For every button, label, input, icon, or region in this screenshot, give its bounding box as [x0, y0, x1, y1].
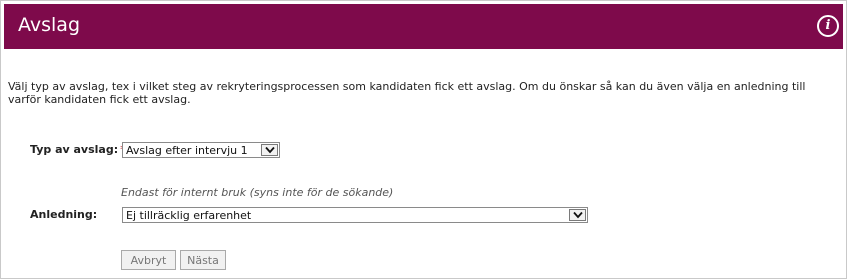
next-button[interactable]: Nästa [180, 250, 226, 270]
rejection-type-label-text: Typ av avslag: [30, 143, 119, 156]
rejection-dialog: Avslag i Välj typ av avslag, tex i vilke… [0, 0, 847, 279]
info-icon[interactable]: i [817, 15, 839, 37]
reason-value: Ej tillräcklig erfarenhet [126, 209, 252, 222]
reason-label: Anledning: [30, 208, 98, 221]
rejection-type-select[interactable]: Avslag efter intervju 1 [122, 142, 280, 158]
dialog-title: Avslag [18, 14, 81, 36]
dialog-header: Avslag i [4, 4, 843, 49]
chevron-down-icon[interactable] [261, 144, 278, 156]
reason-select[interactable]: Ej tillräcklig erfarenhet [122, 207, 588, 223]
instructions-text: Välj typ av avslag, tex i vilket steg av… [8, 80, 806, 106]
cancel-button[interactable]: Avbryt [121, 250, 176, 270]
internal-use-note: Endast för internt bruk (syns inte för d… [121, 186, 394, 199]
chevron-down-icon[interactable] [569, 209, 586, 221]
rejection-type-label: Typ av avslag:* [30, 143, 126, 156]
rejection-type-value: Avslag efter intervju 1 [126, 144, 248, 157]
